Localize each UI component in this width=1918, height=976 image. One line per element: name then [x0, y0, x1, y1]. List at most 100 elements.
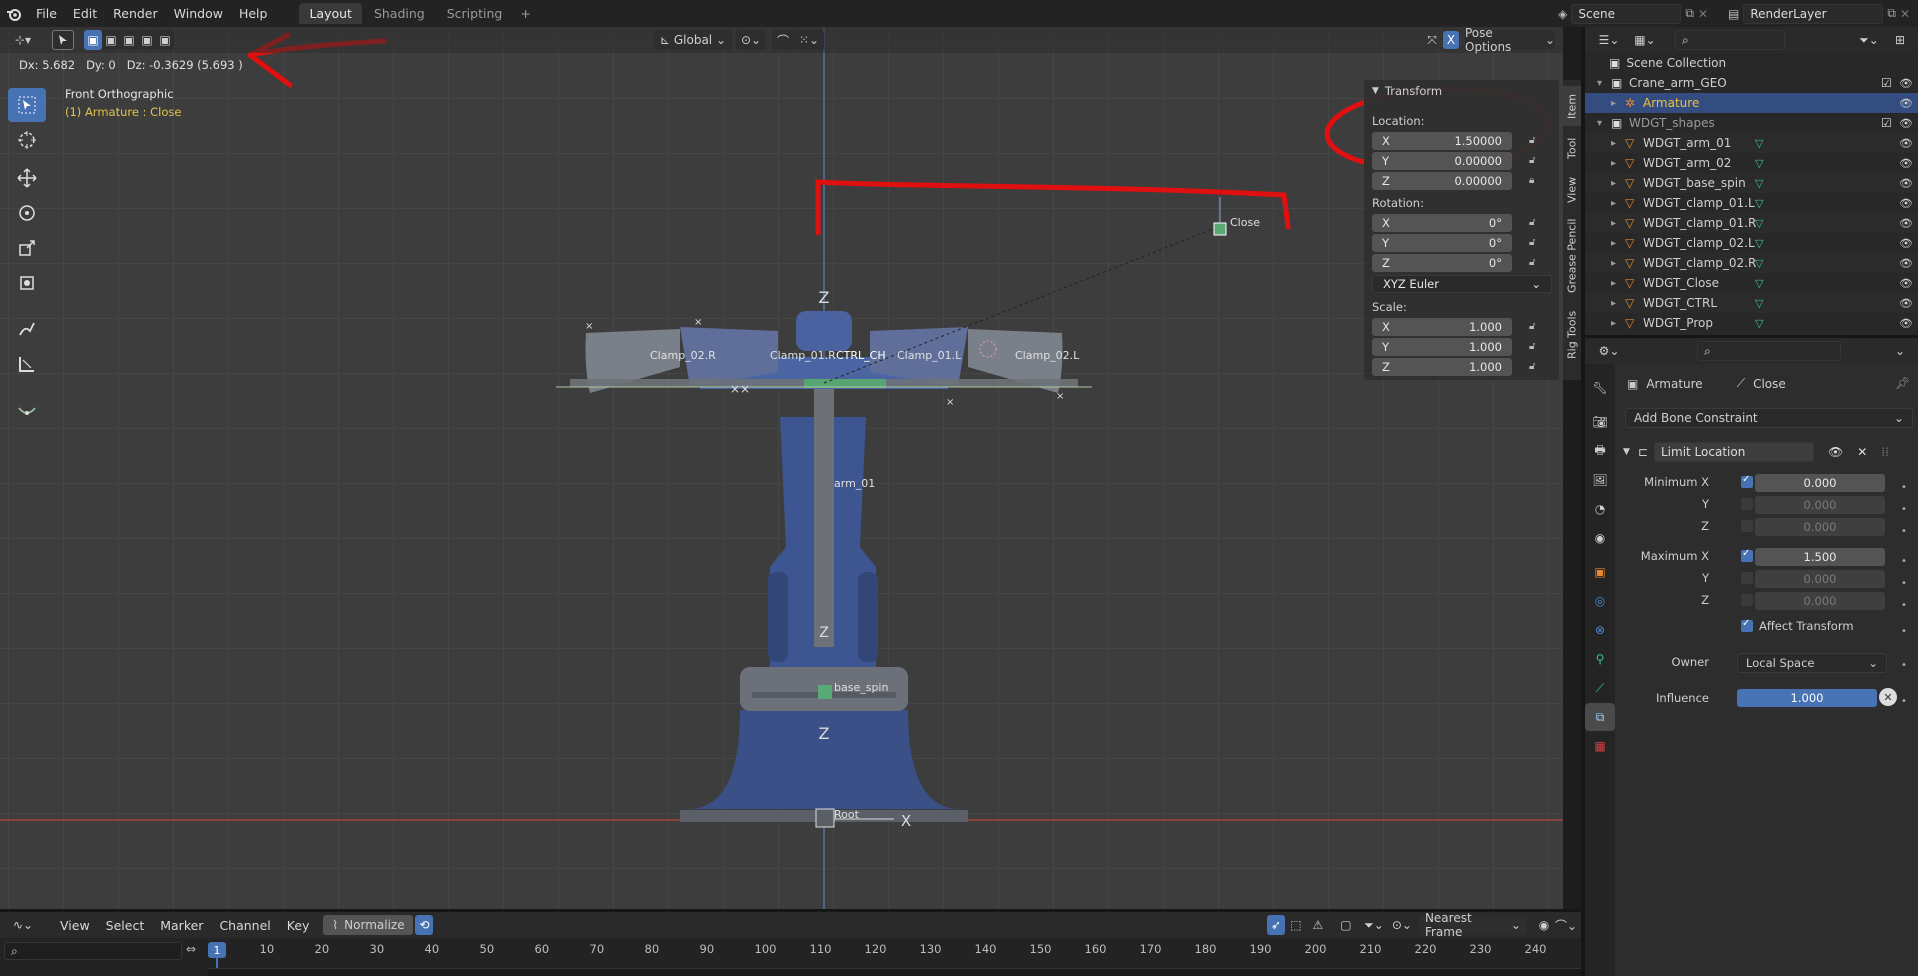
tab-view[interactable]: View	[1563, 170, 1581, 210]
display-mode-button[interactable]: ▦⌄	[1631, 30, 1659, 50]
outliner-item[interactable]: ▸ ▽ WDGT_Close ▽ 👁︎	[1585, 273, 1918, 293]
select-mode-button[interactable]	[52, 30, 74, 50]
scene-selector[interactable]: ◈ Scene ⧉ ✕	[1558, 3, 1708, 24]
mesh-data-icon[interactable]: ▽	[1755, 217, 1763, 230]
expand-icon[interactable]: ▾	[1597, 118, 1602, 129]
unlock-icon[interactable]: 🔓︎	[1529, 341, 1541, 353]
select-extend-icon[interactable]: ▣	[102, 30, 120, 50]
show-hidden-icon[interactable]: ⬚	[1285, 915, 1307, 935]
only-selected-icon[interactable]: ➶	[1266, 915, 1285, 935]
add-bone-constraint-dropdown[interactable]: Add Bone Constraint ⌄	[1625, 408, 1913, 428]
max-y-field[interactable]: 0.000	[1755, 570, 1885, 588]
tab-scripting[interactable]: Scripting	[437, 3, 513, 24]
move-tool[interactable]	[8, 161, 46, 195]
expand-icon[interactable]: ▸	[1611, 298, 1616, 309]
transform-section-title[interactable]: Transform	[1385, 84, 1442, 98]
falloff-icon[interactable]: ⌒⌄	[1555, 915, 1577, 935]
animate-property-icon[interactable]: •	[1901, 696, 1907, 707]
world-properties-icon[interactable]: ◉	[1585, 524, 1615, 552]
maximum-x-checkbox[interactable]	[1741, 548, 1753, 562]
select-new-icon[interactable]: ▣	[84, 30, 102, 50]
area-divider[interactable]	[1585, 335, 1918, 338]
max-z-field[interactable]: 0.000	[1755, 592, 1885, 610]
timeline-menu-select[interactable]: Select	[98, 912, 153, 939]
scale-x-field[interactable]: X 1.000	[1372, 318, 1512, 336]
animate-property-icon[interactable]: •	[1901, 660, 1907, 671]
eye-icon[interactable]: 👁︎	[1899, 97, 1913, 110]
editor-type-button[interactable]: ⚙⌄	[1595, 341, 1623, 361]
animate-property-icon[interactable]: •	[1901, 600, 1907, 611]
expand-icon[interactable]: ▸	[1611, 318, 1616, 329]
outliner-search-input[interactable]: ⌕	[1675, 30, 1785, 50]
min-y-field[interactable]: 0.000	[1755, 496, 1885, 514]
bone-label-clamp-01-r[interactable]: Clamp_01.R	[770, 349, 836, 362]
close-icon[interactable]: ✕	[1900, 7, 1910, 21]
mesh-data-icon[interactable]: ▽	[1755, 237, 1763, 250]
close-icon[interactable]: ✕	[1857, 445, 1867, 459]
transform-tool[interactable]	[8, 266, 46, 300]
area-divider[interactable]	[0, 909, 1581, 912]
swap-icon[interactable]: ⇔	[186, 942, 196, 956]
armature-data-icon[interactable]: ⚲	[1585, 645, 1615, 673]
physics-icon[interactable]: ◎	[1585, 587, 1615, 615]
checkbox-icon[interactable]: ☑	[1881, 116, 1892, 130]
copy-icon[interactable]: ⧉	[1887, 6, 1896, 21]
timeline-menu-channel[interactable]: Channel	[211, 912, 278, 939]
outliner-item[interactable]: ▸ ▽ WDGT_arm_02 ▽ 👁︎	[1585, 153, 1918, 173]
menu-edit[interactable]: Edit	[65, 0, 105, 27]
outliner-item[interactable]: ▸ ▽ WDGT_CTRL ▽ 👁︎	[1585, 293, 1918, 313]
blender-logo-icon[interactable]	[0, 6, 28, 22]
timeline-menu-marker[interactable]: Marker	[152, 912, 211, 939]
bone-label-clamp-02-r[interactable]: Clamp_02.R	[650, 349, 716, 362]
properties-search-input[interactable]: ⌕	[1697, 341, 1841, 361]
outliner-item[interactable]: ▾ ▣ Crane_arm_GEO ☑ 👁︎	[1585, 73, 1918, 93]
outliner-scene-collection[interactable]: ▣ Scene Collection	[1585, 53, 1918, 73]
filter-icon[interactable]: ⏷⌄	[1363, 915, 1385, 935]
animate-property-icon[interactable]: •	[1901, 504, 1907, 515]
lock-icon[interactable]: 🔒︎	[1529, 175, 1541, 187]
outliner-item[interactable]: ▾ ▣ WDGT_shapes ☑ 👁︎	[1585, 113, 1918, 133]
eye-icon[interactable]: 👁︎	[1899, 117, 1913, 130]
affect-transform-label[interactable]: Affect Transform	[1759, 619, 1854, 633]
bone-label-root[interactable]: Root	[834, 808, 859, 821]
rotation-y-field[interactable]: Y 0°	[1372, 234, 1512, 252]
editor-type-button[interactable]: ☰⌄	[1595, 30, 1623, 50]
outliner-item[interactable]: ▸ ▽ WDGT_clamp_02.L ▽ 👁︎	[1585, 233, 1918, 253]
constraint-name-field[interactable]: Limit Location	[1653, 442, 1814, 462]
animate-property-icon[interactable]: •	[1901, 526, 1907, 537]
unlock-icon[interactable]: 🔓︎	[1529, 237, 1541, 249]
animate-property-icon[interactable]: •	[1901, 556, 1907, 567]
outliner-item[interactable]: ▸ ▽ WDGT_clamp_02.R ▽ 👁︎	[1585, 253, 1918, 273]
tab-tool[interactable]: Tool	[1563, 128, 1581, 168]
scale-z-field[interactable]: Z 1.000	[1372, 358, 1512, 376]
mesh-data-icon[interactable]: ▽	[1755, 137, 1763, 150]
scale-tool[interactable]	[8, 231, 46, 265]
editor-type-button[interactable]: ⊹▾	[6, 30, 40, 50]
animate-property-icon[interactable]: •	[1901, 578, 1907, 589]
eye-icon[interactable]: 👁︎	[1899, 317, 1913, 330]
eye-icon[interactable]: 👁︎	[1899, 277, 1913, 290]
menu-render[interactable]: Render	[105, 0, 166, 27]
scene-properties-icon[interactable]: ◔	[1585, 495, 1615, 523]
expand-icon[interactable]: ▸	[1611, 198, 1616, 209]
annotate-tool[interactable]	[8, 312, 46, 346]
filter-icon[interactable]: ⏷⌄	[1855, 30, 1883, 50]
minimum-x-checkbox[interactable]	[1741, 474, 1753, 488]
output-properties-icon[interactable]: 🖶	[1585, 437, 1615, 465]
outliner-item[interactable]: ▸ ▽ WDGT_base_spin ▽ 👁︎	[1585, 173, 1918, 193]
min-y-checkbox[interactable]	[1741, 498, 1753, 510]
timeline-body[interactable]: ⌕ ⇔ 1 10 20 30 40 50 60 70 80 90 100 110 120 130 140 1…	[0, 938, 1585, 976]
min-z-checkbox[interactable]	[1741, 520, 1753, 532]
expand-icon[interactable]: ▸	[1611, 98, 1616, 109]
disable-keep-temp-icon[interactable]: ✕	[1879, 688, 1897, 706]
eye-icon[interactable]: 👁︎	[1828, 445, 1843, 459]
expand-icon[interactable]: ▸	[1611, 278, 1616, 289]
bone-label-ctrl[interactable]: CTRL_CH	[836, 349, 886, 362]
scene-field[interactable]: Scene	[1571, 3, 1682, 24]
close-icon[interactable]: ✕	[1698, 7, 1708, 21]
outliner-item[interactable]: ▸ ▽ WDGT_clamp_01.L ▽ 👁︎	[1585, 193, 1918, 213]
pivot-icon[interactable]: ⊙⌄	[1391, 915, 1413, 935]
eye-icon[interactable]: 👁︎	[1899, 257, 1913, 270]
expand-icon[interactable]: ▸	[1611, 158, 1616, 169]
min-z-field[interactable]: 0.000	[1755, 518, 1885, 536]
